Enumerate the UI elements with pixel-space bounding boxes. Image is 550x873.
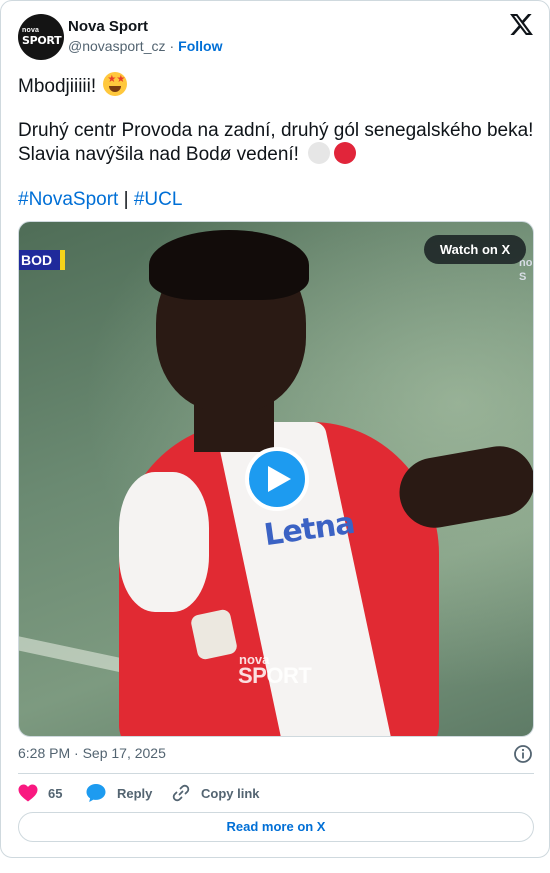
tweet-card: nova SPORT Nova Sport @novasport_cz · Foll…: [0, 0, 550, 858]
jersey-sleeve: [119, 472, 209, 612]
watermark-sport: SPORT: [238, 663, 312, 688]
tweet-line-3-text: Slavia navýšila nad Bodø vedení!: [18, 144, 299, 165]
reply-label: Reply: [117, 785, 153, 801]
watch-on-x-button[interactable]: Watch on X: [424, 235, 526, 264]
edge-logo-line2: S: [519, 271, 527, 283]
tweet-line-2: Druhý centr Provoda na zadní, druhý gól …: [18, 120, 534, 141]
red-circle-emoji-icon: [334, 142, 357, 164]
like-count: 65: [48, 785, 63, 801]
hashtag-ucl[interactable]: #UCL: [134, 189, 183, 210]
star-struck-emoji-icon: [103, 72, 128, 96]
reply-button[interactable]: Reply: [85, 781, 152, 805]
link-icon: [172, 784, 190, 802]
reply-bubble-icon: [86, 784, 106, 802]
video-media[interactable]: Letna BOD no S nova SPORT Watch on X: [18, 221, 534, 737]
tweet-hashtags: #NovaSport | #UCL: [18, 188, 182, 211]
avatar-nova-text: nova: [22, 27, 40, 34]
tweet-line-1: Mbodjiiiii!: [18, 72, 128, 98]
follow-button[interactable]: Follow: [178, 38, 222, 54]
x-logo-icon[interactable]: [510, 14, 533, 35]
play-icon: [268, 466, 291, 492]
copy-link-button[interactable]: Copy link: [171, 781, 260, 805]
avatar[interactable]: nova SPORT: [18, 14, 64, 60]
heart-icon: [18, 784, 38, 802]
hashtag-separator: |: [118, 189, 134, 210]
player-hair: [149, 230, 309, 300]
tweet-line-1-text: Mbodjiiiii!: [18, 76, 97, 97]
divider: [18, 773, 534, 774]
play-button[interactable]: [245, 447, 309, 511]
tweet-line-3: Slavia navýšila nad Bodø vedení!: [18, 142, 360, 166]
hashtag-novasport[interactable]: #NovaSport: [18, 189, 118, 210]
tweet-timestamp[interactable]: 6:28 PM · Sep 17, 2025: [18, 745, 166, 761]
white-circle-emoji-icon: [308, 142, 331, 164]
copy-link-label: Copy link: [201, 785, 260, 801]
handle-separator: ·: [169, 38, 175, 54]
score-badge: BOD: [19, 250, 66, 270]
info-icon[interactable]: [513, 744, 533, 764]
avatar-sport-text: SPORT: [22, 34, 62, 47]
author-handle[interactable]: @novasport_cz: [68, 38, 165, 54]
author-handle-row: @novasport_cz · Follow: [68, 38, 222, 54]
author-name[interactable]: Nova Sport: [68, 18, 148, 35]
read-more-button[interactable]: Read more on X: [18, 812, 534, 842]
like-button[interactable]: 65: [18, 781, 62, 805]
